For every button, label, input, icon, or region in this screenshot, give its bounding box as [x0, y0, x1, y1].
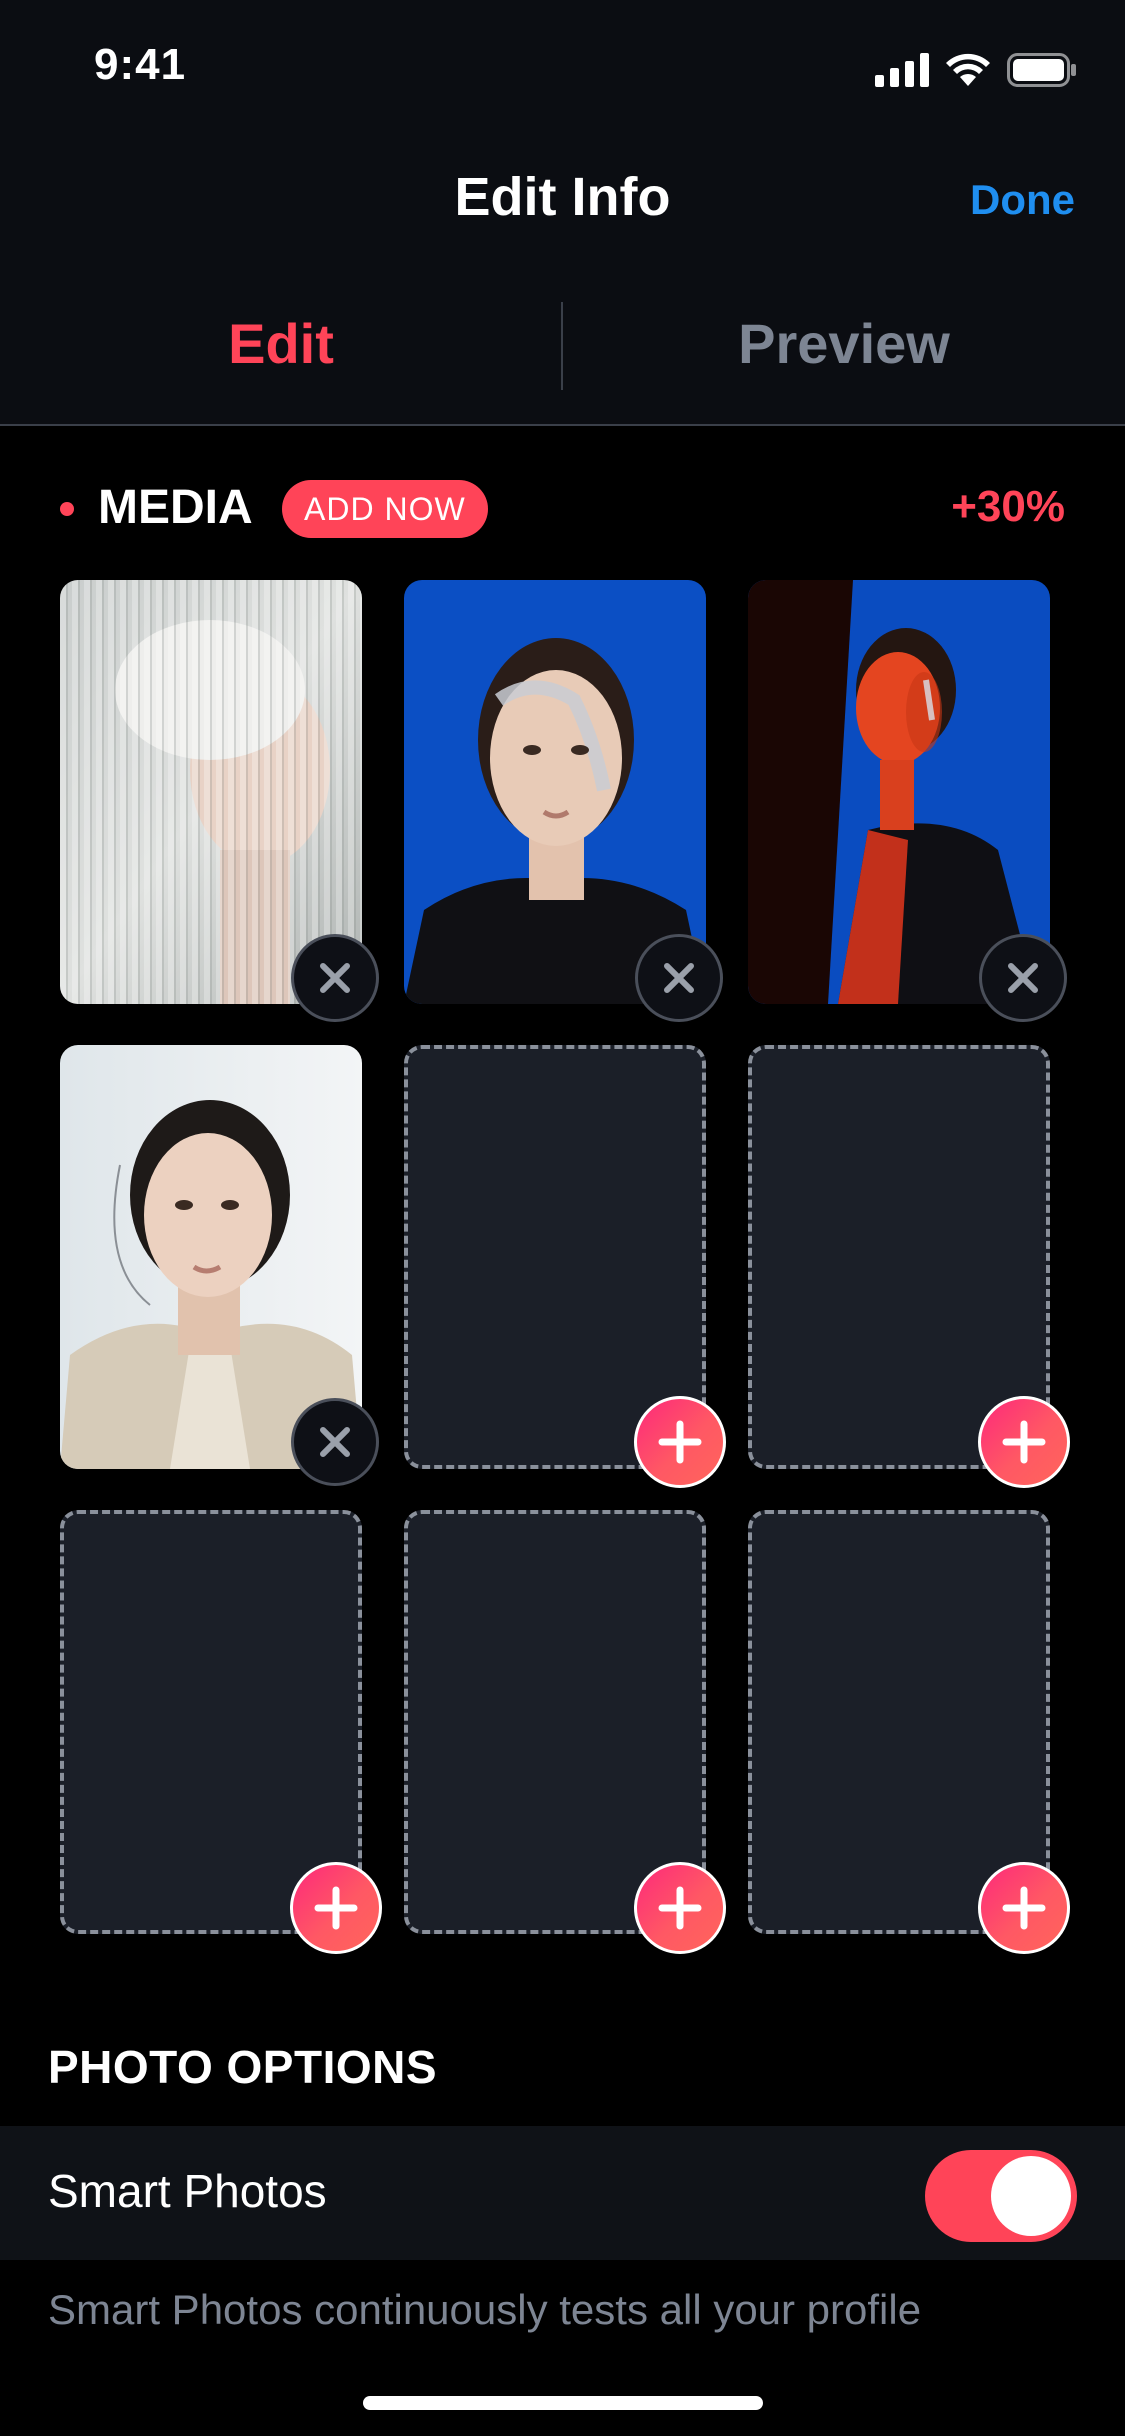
close-icon — [1008, 963, 1038, 993]
smart-photos-label: Smart Photos — [48, 2165, 327, 2217]
status-time: 9:41 — [94, 40, 187, 89]
remove-photo-button-1[interactable] — [291, 934, 379, 1022]
add-photo-button-8[interactable] — [634, 1862, 726, 1954]
add-photo-button-7[interactable] — [290, 1862, 382, 1954]
smart-photos-row: Smart Photos — [0, 2126, 1125, 2260]
plus-icon — [658, 1420, 702, 1464]
add-photo-button-6[interactable] — [978, 1396, 1070, 1488]
close-icon — [320, 1427, 350, 1457]
add-now-button[interactable]: ADD NOW — [282, 480, 488, 538]
add-photo-button-5[interactable] — [634, 1396, 726, 1488]
plus-icon — [658, 1886, 702, 1930]
media-header: MEDIA ADD NOW +30% — [0, 470, 1125, 546]
media-title: MEDIA — [98, 481, 253, 534]
home-indicator[interactable] — [363, 2396, 763, 2410]
media-dot-indicator — [60, 502, 74, 516]
close-icon — [320, 963, 350, 993]
toggle-knob — [991, 2156, 1071, 2236]
cellular-signal-icon — [875, 53, 929, 87]
tab-preview[interactable]: Preview — [563, 296, 1125, 392]
page-title: Edit Info — [454, 167, 671, 227]
status-icons — [875, 50, 1077, 90]
plus-icon — [314, 1886, 358, 1930]
done-button[interactable]: Done — [970, 176, 1075, 224]
add-photo-button-9[interactable] — [978, 1862, 1070, 1954]
remove-photo-button-3[interactable] — [979, 934, 1067, 1022]
plus-icon — [1002, 1420, 1046, 1464]
plus-icon — [1002, 1886, 1046, 1930]
profile-boost-percent: +30% — [951, 482, 1065, 531]
close-icon — [664, 963, 694, 993]
remove-photo-button-2[interactable] — [635, 934, 723, 1022]
remove-photo-button-4[interactable] — [291, 1398, 379, 1486]
photo-options-title: PHOTO OPTIONS — [48, 2041, 438, 2093]
header: 9:41 Edit Info Done Edit Preview — [0, 0, 1125, 426]
battery-icon — [1007, 53, 1076, 87]
wifi-icon — [946, 53, 990, 86]
tab-edit[interactable]: Edit — [0, 296, 562, 392]
smart-photos-toggle[interactable] — [925, 2150, 1077, 2242]
smart-photos-description: Smart Photos continuously tests all your… — [48, 2286, 922, 2333]
segmented-control: Edit Preview — [0, 296, 1125, 392]
